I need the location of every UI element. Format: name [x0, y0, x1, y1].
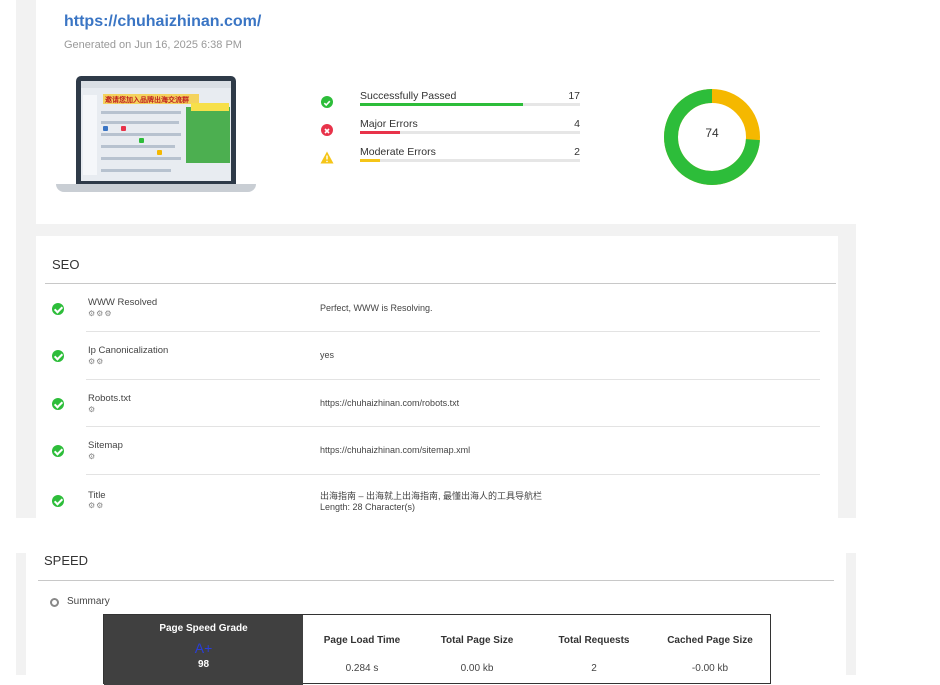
row-divider — [86, 426, 820, 427]
stat-count-major: 4 — [574, 118, 580, 130]
seo-check-name: Sitemap — [88, 440, 123, 451]
row-divider — [86, 331, 820, 332]
summary-label[interactable]: Summary — [67, 596, 110, 607]
stat-bar-major — [360, 131, 580, 134]
seo-row-www[interactable]: WWW Resolved ⚙⚙⚙ Perfect, WWW is Resolvi… — [46, 294, 822, 341]
grade-score: 98 — [197, 659, 210, 670]
row-divider — [86, 474, 820, 475]
col-val-cached-size: -0.00 kb — [691, 663, 729, 674]
grade-letter: A+ — [194, 640, 213, 656]
screenshot-icon — [157, 150, 162, 155]
seo-check-name: WWW Resolved — [88, 297, 158, 308]
seo-check-name: Ip Canonicalization — [88, 345, 169, 356]
screenshot-row — [101, 145, 175, 148]
seo-check-value: https://chuhaizhinan.com/robots.txt — [320, 398, 460, 408]
screenshot-row — [101, 111, 181, 114]
seo-row-sitemap[interactable]: Sitemap ⚙ https://chuhaizhinan.com/sitem… — [46, 437, 822, 484]
seo-check-name: Title — [88, 490, 106, 501]
stat-count-passed: 17 — [568, 90, 580, 102]
row-divider — [86, 379, 820, 380]
seo-check-detail: Length: 28 Character(s) — [320, 502, 416, 512]
screenshot-row — [101, 121, 179, 124]
check-circle-icon — [52, 350, 64, 362]
stat-bar-fill — [360, 159, 380, 162]
site-screenshot-thumbnail: 邀请您加入品牌出海交流群 — [56, 76, 256, 194]
stat-label-major: Major Errors — [360, 118, 418, 130]
screenshot-row — [101, 157, 181, 160]
stat-label-passed: Successfully Passed — [360, 90, 457, 102]
check-circle-icon — [52, 445, 64, 457]
summary-radio-icon[interactable] — [50, 598, 59, 607]
col-val-load-time: 0.284 s — [345, 663, 379, 674]
seo-section-title: SEO — [52, 257, 80, 272]
generated-timestamp: Generated on Jun 16, 2025 6:38 PM — [64, 39, 242, 51]
col-head-cached-size: Cached Page Size — [667, 635, 753, 646]
stat-bar-fill — [360, 131, 400, 134]
speed-section-title: SPEED — [44, 553, 89, 568]
screenshot-banner-text: 邀请您加入品牌出海交流群 — [105, 97, 189, 104]
site-url-link[interactable]: https://chuhaizhinan.com/ — [64, 13, 261, 31]
gear-icon: ⚙⚙ — [88, 501, 105, 510]
screenshot-icon — [139, 138, 144, 143]
seo-check-value: https://chuhaizhinan.com/sitemap.xml — [320, 445, 471, 455]
left-gutter — [16, 0, 36, 518]
screenshot-image: 邀请您加入品牌出海交流群 — [81, 81, 231, 181]
seo-check-value: 出海指南 – 出海就上出海指南, 最懂出海人的工具导航栏 — [320, 491, 543, 501]
stat-bar-fill — [360, 103, 523, 106]
check-circle-icon — [52, 303, 64, 315]
screenshot-browser-bar — [81, 81, 231, 88]
check-circle-icon — [52, 398, 64, 410]
error-circle-icon — [321, 124, 333, 136]
screenshot-row — [101, 133, 181, 136]
gear-icon: ⚙ — [88, 452, 97, 461]
stat-label-moderate: Moderate Errors — [360, 146, 436, 158]
seo-check-value: Perfect, WWW is Resolving. — [320, 303, 433, 313]
screenshot-icon — [121, 126, 126, 131]
col-head-load-time: Page Load Time — [323, 635, 401, 646]
gear-icon: ⚙ — [88, 405, 97, 414]
score-value: 74 — [705, 126, 719, 140]
screenshot-row — [101, 169, 171, 172]
check-circle-icon — [321, 96, 333, 108]
laptop-screen: 邀请您加入品牌出海交流群 — [76, 76, 236, 186]
speed-right-gutter — [846, 553, 856, 675]
speed-summary-table: Page Speed Grade A+ 98 Page Load Time 0.… — [103, 614, 771, 685]
screenshot-sidebar — [83, 95, 97, 175]
gear-icon: ⚙⚙⚙ — [88, 309, 113, 318]
speed-left-gutter — [16, 553, 26, 675]
seo-divider — [45, 283, 836, 284]
seo-check-value: yes — [320, 350, 335, 360]
section-gap — [36, 224, 856, 236]
seo-row-ip[interactable]: Ip Canonicalization ⚙⚙ yes — [46, 342, 822, 389]
screenshot-ad — [186, 107, 230, 163]
speed-divider — [38, 580, 834, 581]
gear-icon: ⚙⚙ — [88, 357, 105, 366]
warning-triangle-icon — [320, 151, 334, 164]
seo-row-title[interactable]: Title ⚙⚙ 出海指南 – 出海就上出海指南, 最懂出海人的工具导航栏 Le… — [46, 485, 822, 532]
stat-bar-passed — [360, 103, 580, 106]
screenshot-icon — [103, 126, 108, 131]
right-gutter — [838, 236, 856, 518]
col-val-requests: 2 — [591, 663, 597, 674]
col-head-requests: Total Requests — [558, 635, 630, 646]
check-circle-icon — [52, 495, 64, 507]
col-head-page-size: Total Page Size — [440, 635, 514, 646]
laptop-base — [56, 184, 256, 192]
screenshot-ad-header — [191, 103, 229, 111]
grade-title: Page Speed Grade — [159, 623, 248, 634]
col-val-page-size: 0.00 kb — [460, 663, 494, 674]
seo-check-name: Robots.txt — [88, 393, 131, 404]
stat-count-moderate: 2 — [574, 146, 580, 158]
seo-row-robots[interactable]: Robots.txt ⚙ https://chuhaizhinan.com/ro… — [46, 390, 822, 437]
stat-bar-moderate — [360, 159, 580, 162]
